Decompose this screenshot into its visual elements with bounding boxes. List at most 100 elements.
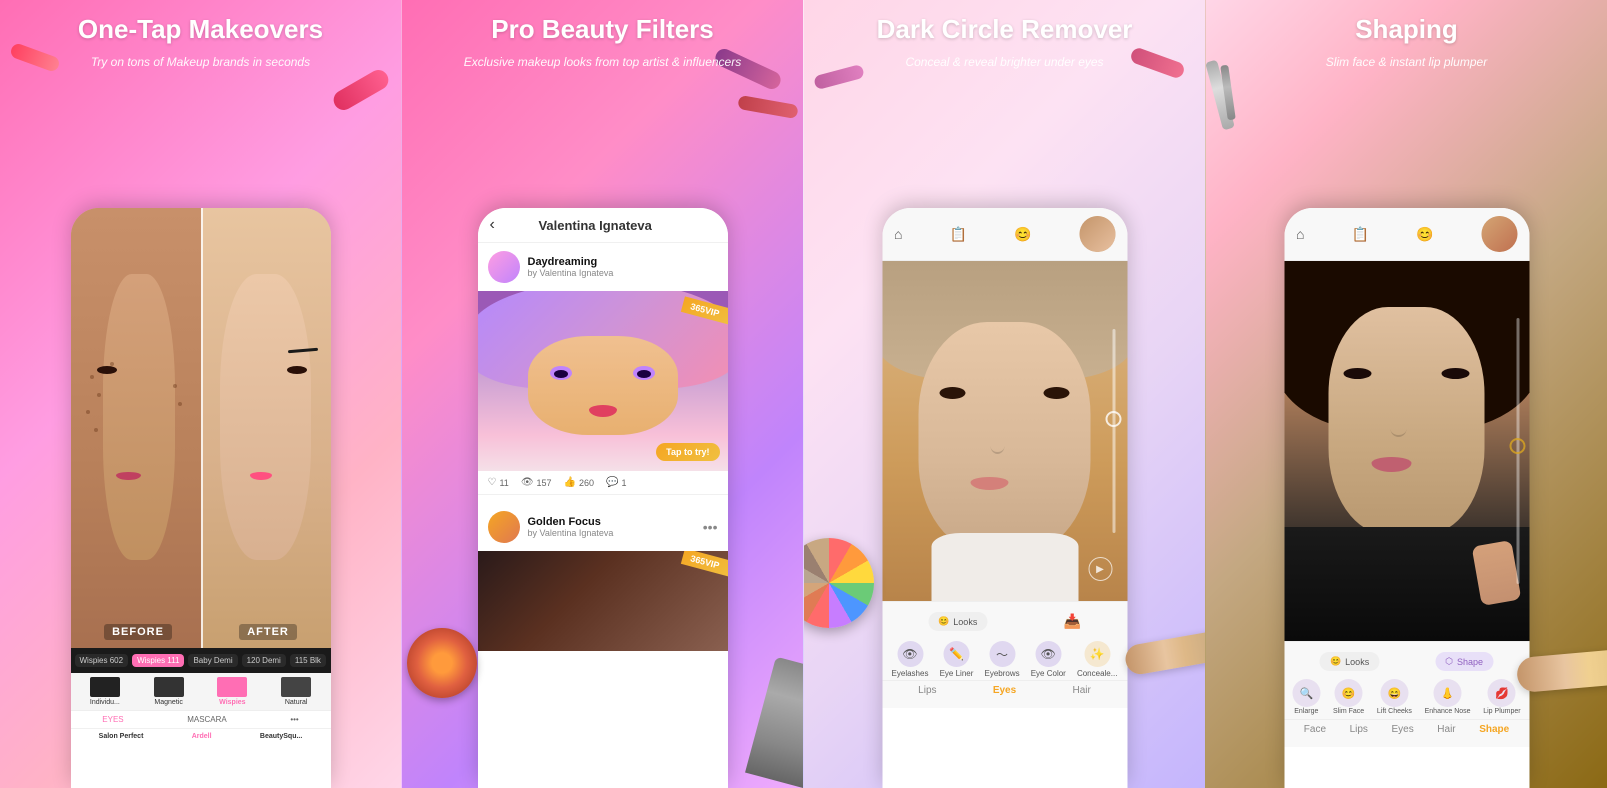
tab-eyes[interactable]: EYES	[102, 715, 123, 724]
deco-palette	[803, 538, 874, 628]
shaping-slider[interactable]	[1516, 318, 1519, 584]
profile-name: Valentina Ignateva	[503, 218, 688, 233]
phone-topbar-3: ⌂ 📋 😊	[882, 208, 1127, 261]
lash-icon-selected	[217, 677, 247, 697]
lips-3	[970, 477, 1008, 490]
effect-concealer[interactable]: ✨ Conceale...	[1077, 641, 1117, 678]
phone-mockup-2: ‹ Valentina Ignateva Daydreaming by Vale…	[478, 208, 728, 788]
panel-2-title: Pro Beauty Filters	[402, 14, 803, 45]
brand-ardell: Ardell	[192, 733, 212, 740]
comment-icon: 💬	[606, 477, 618, 488]
save-icon-4[interactable]: 📋	[1352, 226, 1369, 243]
stat-likes: ♡ 11	[488, 477, 509, 488]
views-count: 157	[537, 478, 552, 488]
lift-cheeks-label: Lift Cheeks	[1377, 708, 1412, 715]
concealer-label: Conceale...	[1077, 669, 1117, 678]
shape-button-4[interactable]: ⬡ Shape	[1435, 652, 1493, 671]
panel-3-subtitle: Conceal & reveal brighter under eyes	[804, 54, 1205, 71]
more-options-icon[interactable]: •••	[703, 519, 718, 535]
shaping-slider-handle[interactable]	[1510, 438, 1526, 454]
eyecolor-icon: 👁	[1035, 641, 1061, 667]
tap-to-try-button[interactable]: Tap to try!	[656, 443, 719, 461]
phone-mockup-4: ⌂ 📋 😊	[1284, 208, 1529, 788]
post-stats: ♡ 11 👁 157 👍 260 💬 1	[478, 471, 728, 495]
save-icon-3[interactable]: 📋	[950, 226, 967, 243]
before-after-container: BEFORE AFTER	[71, 208, 331, 648]
effect-enlarge[interactable]: 🔍 Enlarge	[1292, 679, 1320, 715]
lash-item-selected[interactable]: Wispies	[202, 677, 263, 706]
lash-item[interactable]: Individu...	[75, 677, 136, 706]
brand-item-selected[interactable]: Wispies 111	[132, 654, 184, 667]
concealer-icon: ✨	[1084, 641, 1110, 667]
brand-item[interactable]: Baby Demi	[188, 654, 237, 667]
post-avatar-1	[488, 251, 520, 283]
tab-mascara[interactable]: MASCARA	[187, 715, 227, 724]
panel-shaping: Shaping Slim face & instant lip plumper …	[1205, 0, 1607, 788]
preview-thumbnail-3[interactable]	[1079, 216, 1115, 252]
looks-label-3: Looks	[953, 617, 977, 627]
panel-1-title: One-Tap Makeovers	[0, 14, 401, 45]
effect-lift-cheeks[interactable]: 😄 Lift Cheeks	[1377, 679, 1412, 715]
brand-logos: Salon Perfect Ardell BeautySqu...	[71, 728, 331, 744]
likes-count: 11	[499, 478, 508, 488]
brand-item[interactable]: 115 Blk	[290, 654, 326, 667]
cat-face-4[interactable]: Face	[1304, 724, 1326, 735]
panel-pro-beauty-filters: Pro Beauty Filters Exclusive makeup look…	[401, 0, 803, 788]
lash-item[interactable]: Magnetic	[138, 677, 199, 706]
home-icon-3[interactable]: ⌂	[894, 226, 902, 242]
panel-4-title: Shaping	[1206, 14, 1607, 45]
save-looks-icon[interactable]: 📥	[1063, 613, 1080, 630]
post-image-2[interactable]: 365VIP	[478, 551, 728, 651]
cat-lips-4[interactable]: Lips	[1350, 724, 1368, 735]
preview-thumbnail-4[interactable]	[1481, 216, 1517, 252]
deco-brush-3	[1123, 630, 1205, 677]
stat-views: 👁 157	[521, 477, 552, 488]
heart-icon: ♡	[488, 477, 497, 488]
cat-hair-4[interactable]: Hair	[1437, 724, 1455, 735]
shape-icon-4: ⬡	[1445, 656, 1453, 667]
cat-lips-3[interactable]: Lips	[918, 685, 936, 696]
vertical-slider-3[interactable]	[1112, 329, 1115, 533]
eyeliner-icon: ✏️	[943, 641, 969, 667]
brand-item[interactable]: 120 Demi	[242, 654, 286, 667]
effect-eyelashes[interactable]: 👁 Eyelashes	[892, 641, 929, 678]
looks-button-4[interactable]: 😊 Looks	[1320, 652, 1379, 671]
brand-salon-perfect: Salon Perfect	[99, 733, 144, 740]
face-icon-4[interactable]: 😊	[1416, 226, 1433, 243]
cat-shape-4[interactable]: Shape	[1479, 724, 1509, 735]
effect-slim-face[interactable]: 😊 Slim Face	[1333, 679, 1364, 715]
face-icon-3[interactable]: 😊	[1014, 226, 1031, 243]
lash-icon	[154, 677, 184, 697]
eye-shadow-right	[633, 366, 655, 380]
lash-item[interactable]: Natural	[266, 677, 327, 706]
eye-left-4	[1344, 368, 1372, 379]
slider-handle-3[interactable]	[1106, 411, 1122, 427]
back-button[interactable]: ‹	[490, 216, 495, 234]
thumbs-icon: 👍	[564, 477, 576, 488]
cat-hair-3[interactable]: Hair	[1073, 685, 1091, 696]
play-button-3[interactable]: ▶	[1088, 557, 1112, 581]
effect-lip-plumper[interactable]: 💋 Lip Plumper	[1483, 679, 1520, 715]
looks-button-3[interactable]: 😊 Looks	[928, 612, 987, 631]
before-after-labels: BEFORE AFTER	[71, 624, 331, 640]
home-icon-4[interactable]: ⌂	[1296, 226, 1304, 242]
makeup-brands-bar[interactable]: Wispies 602 Wispies 111 Baby Demi 120 De…	[71, 648, 331, 673]
effect-eyeliner[interactable]: ✏️ Eye Liner	[940, 641, 974, 678]
brand-item[interactable]: Wispies 602	[75, 654, 129, 667]
effect-enhance-nose[interactable]: 👃 Enhance Nose	[1425, 679, 1471, 715]
lashes-section: Individu... Magnetic Wispies Natural	[71, 673, 331, 710]
post-info-1: Daydreaming by Valentina Ignateva	[528, 256, 718, 278]
tab-more[interactable]: •••	[290, 715, 298, 724]
cat-eyes-3[interactable]: Eyes	[993, 685, 1016, 696]
post-image-1[interactable]: 365VIP Tap to try!	[478, 291, 728, 471]
looks-icon-4: 😊	[1330, 656, 1341, 667]
thumbs-count: 260	[579, 478, 594, 488]
cat-eyes-4[interactable]: Eyes	[1392, 724, 1414, 735]
effect-eyebrows[interactable]: 〜 Eyebrows	[984, 641, 1019, 678]
effect-eyecolor[interactable]: 👁 Eye Color	[1031, 641, 1066, 678]
post-card-2: Golden Focus by Valentina Ignateva ••• 3…	[478, 503, 728, 651]
eye-right-3	[1044, 387, 1070, 399]
bottom-toolbar-3: 😊 Looks 📥 👁 Eyelashes ✏️ Eye Liner 〜 Eye…	[882, 601, 1127, 708]
shaping-category-row: Face Lips Eyes Hair Shape	[1284, 719, 1529, 741]
woman-face-4	[1284, 261, 1529, 641]
